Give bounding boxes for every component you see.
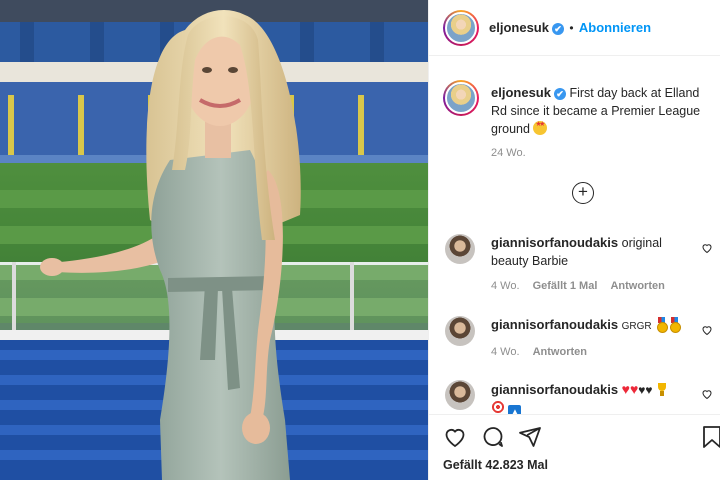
load-more-comments-icon[interactable]: + [572,182,594,204]
comment-time[interactable]: 4 Wo. [491,346,520,358]
commenter-avatar[interactable] [445,234,475,264]
header-user-row: eljonesuk ✔ • Abonnieren [489,20,651,35]
stadium-photo [0,0,428,480]
verified-icon: ✔ [553,87,566,100]
comment-body: giannisorfanoudakis ♥♥♥♥ ▲ [491,380,696,418]
author-avatar[interactable] [443,10,479,46]
comment-meta: 4 Wo. Antworten [491,346,587,358]
comment-body: giannisorfanoudakis GRGR [491,316,696,336]
star-struck-emoji-icon [533,121,548,135]
comment-icon[interactable] [481,425,505,449]
follow-button[interactable]: Abonnieren [579,20,651,35]
reply-button[interactable]: Antworten [533,346,587,358]
red-heart-emoji-icon: ♥ [629,381,639,397]
comment-like-heart-icon[interactable] [701,324,713,336]
caption-username[interactable]: eljonesuk [491,85,551,100]
send-icon[interactable] [518,425,542,449]
comment-time[interactable]: 4 Wo. [491,280,520,292]
caption-avatar[interactable] [443,80,479,116]
post-header: eljonesuk ✔ • Abonnieren [429,0,720,56]
comment-username[interactable]: giannisorfanoudakis [491,382,618,397]
reply-button[interactable]: Antworten [610,280,664,292]
red-heart-emoji-icon: ♥ [621,381,630,397]
comment-username[interactable]: giannisorfanoudakis [491,317,618,332]
verified-icon: ✔ [551,22,564,35]
post-details-panel: eljonesuk ✔ • Abonnieren eljonesuk ✔ First… [428,0,720,480]
post-actions-bar: Gefällt 42.823 Mal [429,414,720,480]
comment-likes[interactable]: Gefällt 1 Mal [533,280,598,292]
trophy-emoji-icon [656,383,668,396]
author-username[interactable]: eljonesuk [489,20,549,35]
comment-like-heart-icon[interactable] [701,242,713,254]
comment-like-heart-icon[interactable] [701,388,713,400]
comment-body: giannisorfanoudakis original beauty Barb… [491,234,696,270]
comment-text: GRGR [621,321,652,332]
comment-meta: 4 Wo. Gefällt 1 Mal Antworten [491,280,665,292]
black-heart-emoji-icon: ♥ [645,383,653,397]
comment-username[interactable]: giannisorfanoudakis [491,235,618,250]
target-emoji-icon [491,400,505,414]
separator-dot: • [569,21,574,35]
caption-timestamp[interactable]: 24 Wo. [491,147,526,159]
likes-count[interactable]: Gefällt 42.823 Mal [443,458,548,472]
medal-emoji-icon [668,317,682,333]
caption: eljonesuk ✔ First day back at Elland Rd s… [491,84,709,138]
like-heart-icon[interactable] [443,425,467,449]
post-image[interactable] [0,0,428,480]
commenter-avatar[interactable] [445,316,475,346]
medal-emoji-icon [655,317,669,333]
bookmark-icon[interactable] [701,425,720,449]
commenter-avatar[interactable] [445,380,475,410]
